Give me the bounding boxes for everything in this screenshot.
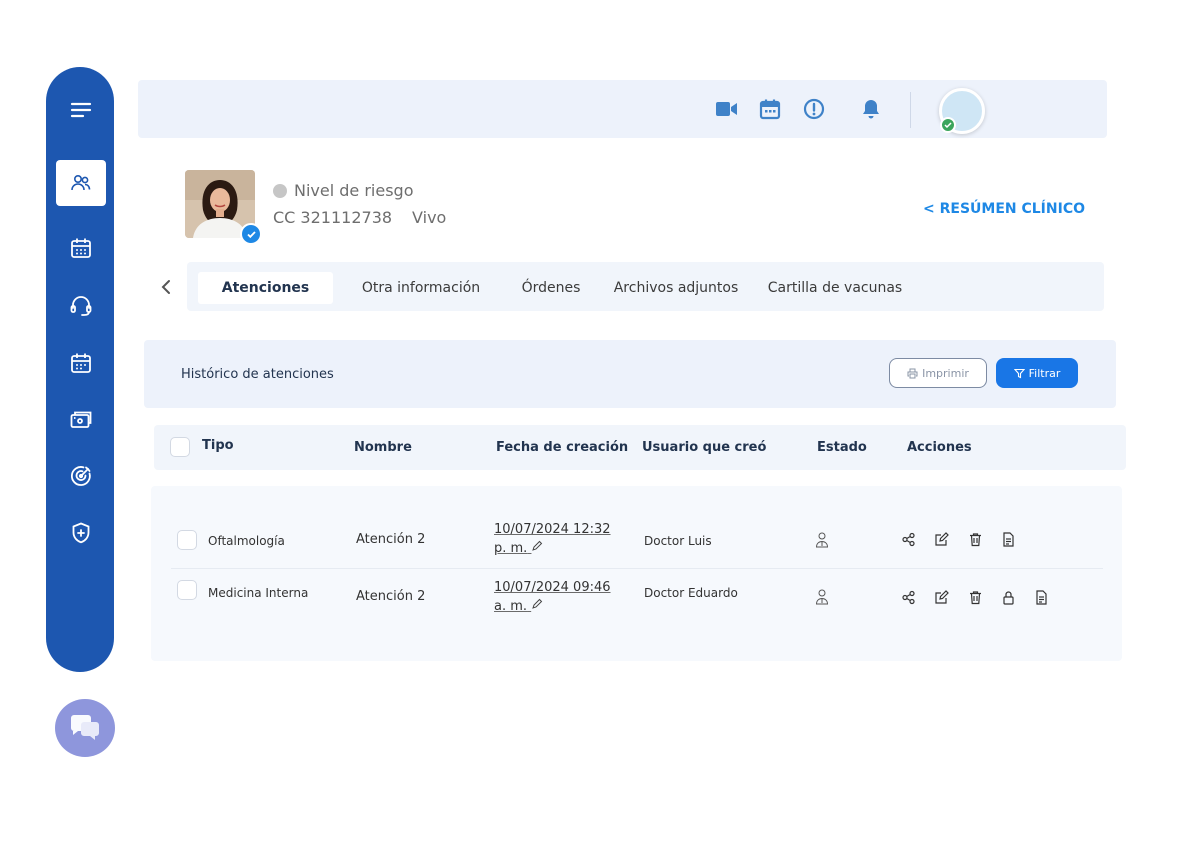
calendar-button[interactable]	[758, 97, 782, 121]
column-estado[interactable]: Estado	[817, 440, 867, 455]
print-button-label: Imprimir	[922, 366, 969, 380]
doctor-status-icon	[814, 531, 830, 549]
tab-ordenes[interactable]: Órdenes	[509, 272, 593, 304]
cell-nombre: Atención 2	[356, 532, 426, 547]
edit-icon[interactable]	[932, 530, 950, 548]
sidebar-item-patients[interactable]	[56, 160, 106, 206]
history-title: Histórico de atenciones	[181, 367, 334, 382]
lock-icon[interactable]	[999, 588, 1017, 606]
calendar-grid-icon	[71, 353, 91, 373]
cell-nombre: Atención 2	[356, 589, 426, 604]
table-body: Oftalmología Atención 2 10/07/2024 12:32…	[151, 486, 1122, 661]
sidebar	[46, 67, 114, 672]
chevron-left-icon	[161, 280, 170, 294]
column-acciones: Acciones	[907, 440, 972, 455]
row-checkbox[interactable]	[177, 580, 197, 600]
bell-icon	[863, 100, 879, 119]
trash-icon[interactable]	[966, 588, 984, 606]
document-icon[interactable]	[999, 530, 1017, 548]
cell-fecha[interactable]: 10/07/2024 09:46 a. m.	[494, 578, 611, 616]
user-avatar[interactable]	[939, 88, 985, 134]
column-nombre[interactable]: Nombre	[354, 440, 412, 455]
notifications-button[interactable]	[859, 97, 883, 121]
select-all-checkbox[interactable]	[170, 437, 190, 457]
video-call-button[interactable]	[715, 97, 739, 121]
column-usuario[interactable]: Usuario que creó	[642, 440, 766, 455]
patient-vital-status: Vivo	[412, 208, 447, 227]
time-period: a. m.	[494, 597, 611, 616]
doctor-status-icon	[814, 588, 830, 606]
tab-atenciones[interactable]: Atenciones	[198, 272, 333, 304]
sidebar-item-payments[interactable]	[56, 396, 106, 442]
printer-icon	[907, 368, 918, 378]
top-bar	[138, 80, 1107, 138]
sidebar-item-support[interactable]	[56, 283, 106, 329]
sidebar-item-security[interactable]	[56, 510, 106, 556]
trash-icon[interactable]	[966, 530, 984, 548]
patient-info: CC 321112738 Vivo	[273, 208, 446, 227]
print-button[interactable]: Imprimir	[889, 358, 987, 388]
cell-fecha[interactable]: 10/07/2024 12:32 p. m.	[494, 520, 611, 558]
topbar-divider	[910, 92, 911, 128]
payments-icon	[70, 411, 92, 428]
sidebar-item-agenda[interactable]	[56, 340, 106, 386]
sidebar-item-goals[interactable]	[56, 453, 106, 499]
column-fecha-creacion[interactable]: Fecha de creación	[496, 440, 628, 455]
cell-usuario: Doctor Luis	[644, 534, 712, 548]
calendar-icon	[71, 238, 91, 258]
share-icon[interactable]	[899, 588, 917, 606]
time-period: p. m.	[494, 539, 611, 558]
pencil-icon	[532, 598, 543, 609]
history-header: Histórico de atenciones Imprimir Filtrar	[144, 340, 1116, 408]
clinical-summary-link[interactable]: < RESÚMEN CLÍNICO	[923, 201, 1085, 217]
cell-tipo: Oftalmología	[208, 534, 285, 548]
row-checkbox[interactable]	[177, 530, 197, 550]
filter-icon	[1013, 368, 1025, 378]
table-header: Tipo Nombre Fecha de creación Usuario qu…	[154, 425, 1126, 470]
sidebar-item-calendar[interactable]	[56, 225, 106, 271]
tab-cartilla-de-vacunas[interactable]: Cartilla de vacunas	[761, 272, 909, 304]
column-tipo[interactable]: Tipo	[202, 438, 234, 453]
tab-otra-informacion[interactable]: Otra información	[352, 272, 490, 304]
calendar-icon	[759, 99, 781, 120]
users-icon	[71, 175, 91, 191]
date-line: 10/07/2024 09:46	[494, 580, 611, 595]
row-divider	[171, 568, 1103, 569]
filter-button-label: Filtrar	[1028, 366, 1061, 380]
menu-icon[interactable]	[56, 87, 106, 133]
online-status-icon	[940, 117, 956, 133]
headset-icon	[70, 296, 92, 316]
cell-usuario: Doctor Eduardo	[644, 586, 738, 600]
pencil-icon	[532, 540, 543, 551]
edit-icon[interactable]	[932, 588, 950, 606]
chat-icon	[71, 715, 99, 740]
share-icon[interactable]	[899, 530, 917, 548]
tabs-back-button[interactable]	[156, 276, 176, 298]
target-icon	[70, 466, 91, 486]
cell-tipo: Medicina Interna	[208, 586, 309, 600]
document-icon[interactable]	[1032, 588, 1050, 606]
shield-plus-icon	[72, 522, 90, 544]
alerts-button[interactable]	[802, 97, 826, 121]
risk-level: Nivel de riesgo	[273, 181, 414, 200]
filter-button[interactable]: Filtrar	[996, 358, 1078, 388]
verified-badge-icon	[240, 223, 262, 245]
date-line: 10/07/2024 12:32	[494, 522, 611, 537]
tab-bar: Atenciones Otra información Órdenes Arch…	[187, 262, 1104, 311]
patient-document: CC 321112738	[273, 208, 393, 227]
chat-button[interactable]	[55, 699, 115, 757]
tab-archivos-adjuntos[interactable]: Archivos adjuntos	[611, 272, 741, 304]
alert-icon	[803, 98, 825, 120]
risk-level-indicator	[273, 183, 287, 198]
risk-level-label: Nivel de riesgo	[294, 181, 414, 200]
video-icon	[716, 102, 737, 116]
